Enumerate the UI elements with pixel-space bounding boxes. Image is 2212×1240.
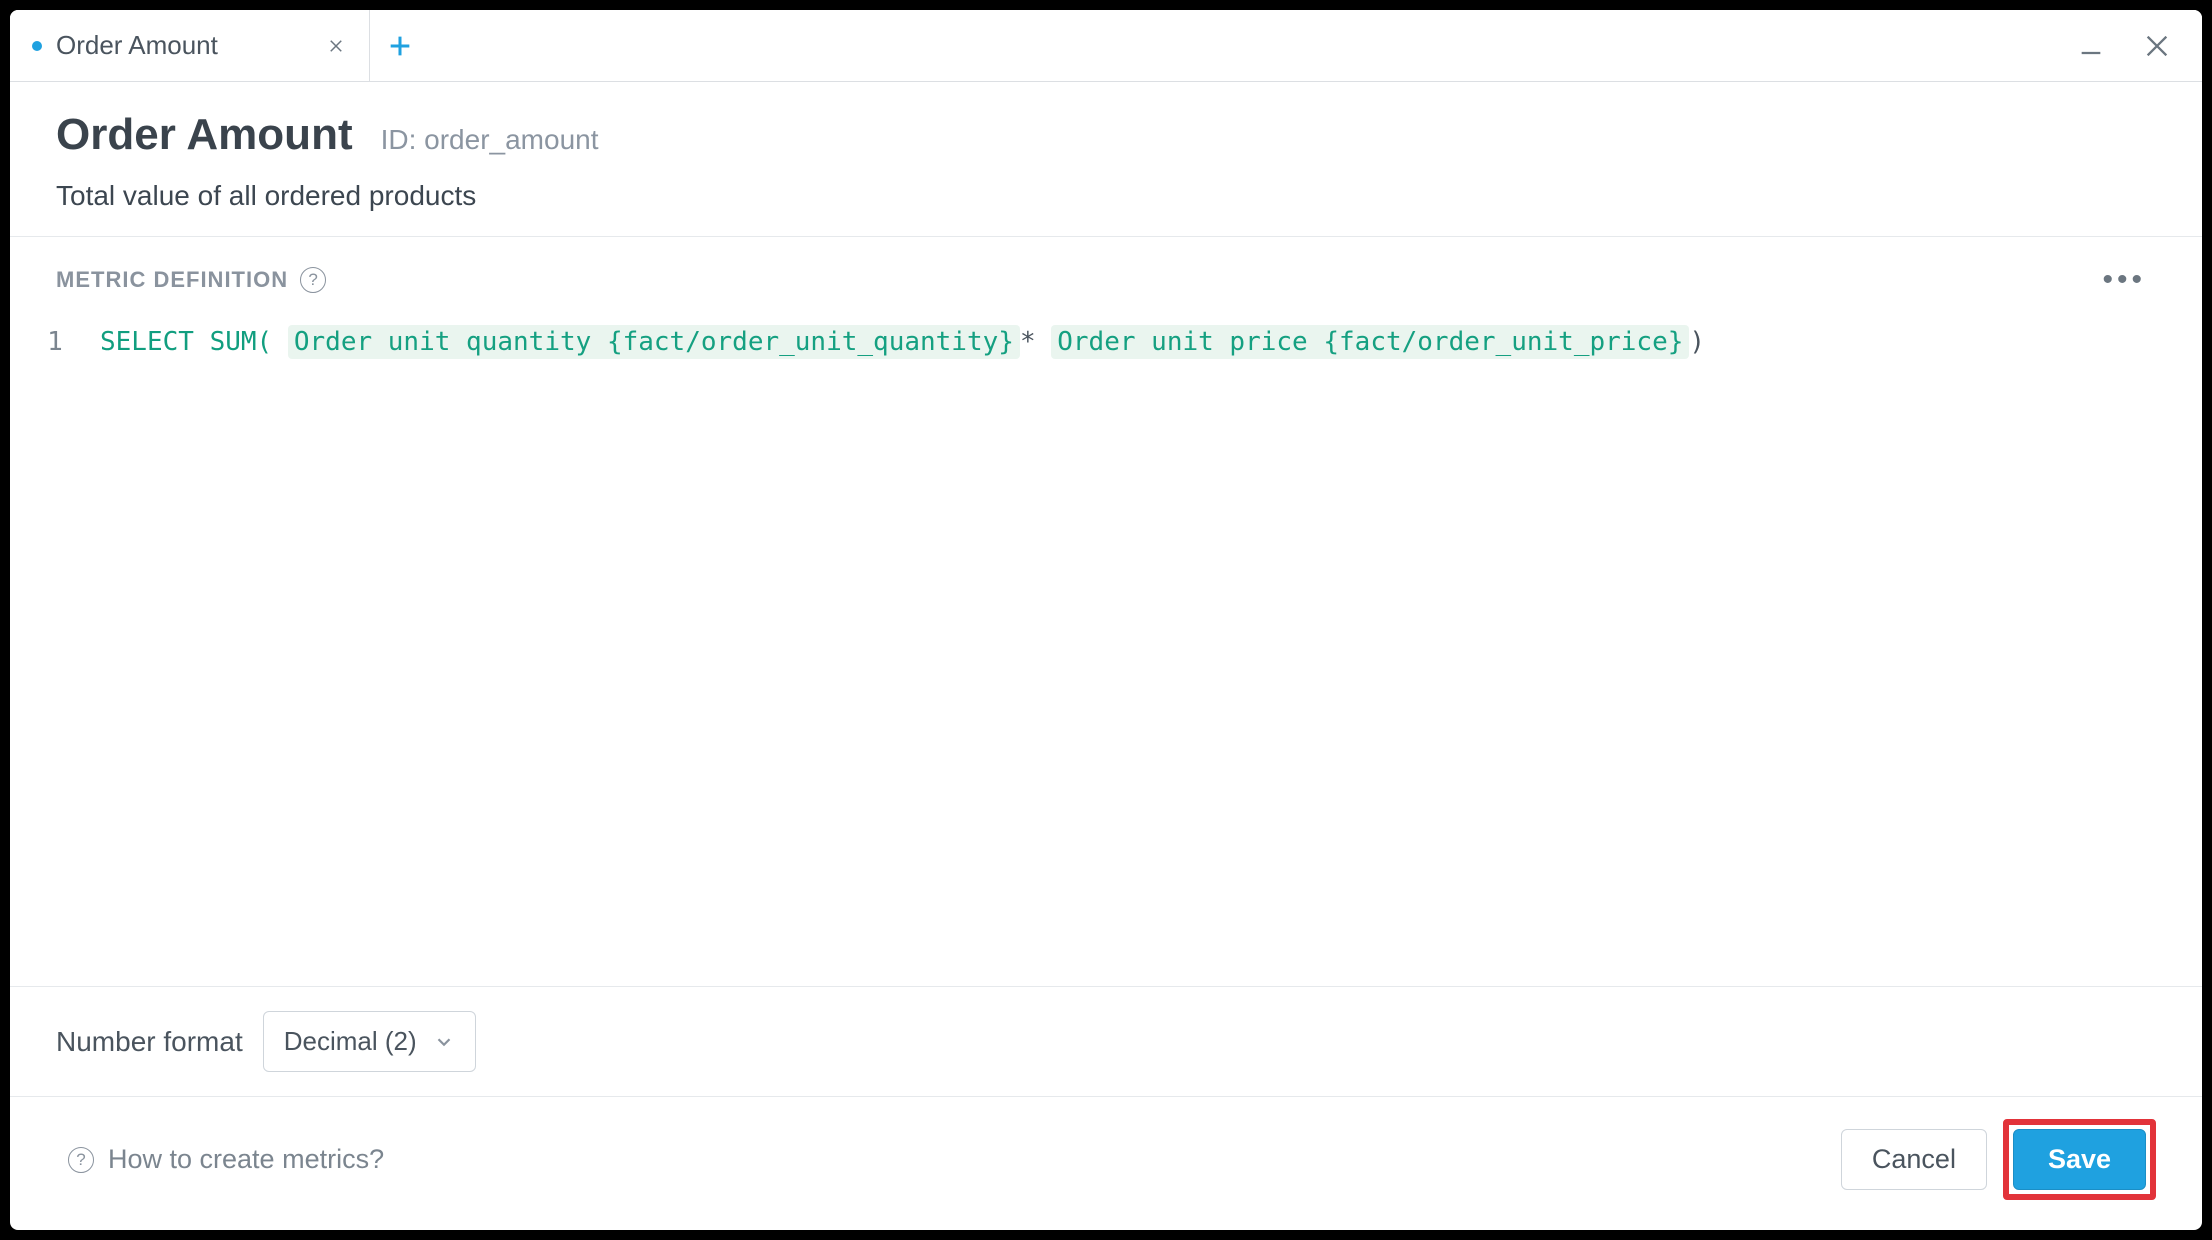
cancel-button[interactable]: Cancel bbox=[1841, 1129, 1987, 1190]
number-format-value: Decimal (2) bbox=[284, 1026, 417, 1057]
fact-chip-quantity[interactable]: Order unit quantity {fact/order_unit_qua… bbox=[288, 325, 1020, 359]
fact-path: {fact/order_unit_quantity} bbox=[607, 327, 1014, 357]
metric-header: Order Amount ID: order_amount Total valu… bbox=[10, 82, 2202, 237]
definition-label: METRIC DEFINITION bbox=[56, 267, 288, 293]
fact-path: {fact/order_unit_price} bbox=[1323, 327, 1683, 357]
metric-description: Total value of all ordered products bbox=[56, 180, 2156, 212]
close-tab-button[interactable] bbox=[325, 35, 347, 57]
fact-name: Order unit quantity bbox=[294, 327, 591, 357]
how-to-text: How to create metrics? bbox=[108, 1144, 384, 1175]
tab-title: Order Amount bbox=[56, 30, 311, 61]
more-options-button[interactable]: ••• bbox=[2102, 263, 2156, 297]
how-to-link[interactable]: ? How to create metrics? bbox=[56, 1144, 384, 1175]
footer-bar: ? How to create metrics? Cancel Save bbox=[10, 1097, 2202, 1230]
page-title: Order Amount bbox=[56, 110, 353, 160]
number-format-select[interactable]: Decimal (2) bbox=[263, 1011, 476, 1072]
close-icon bbox=[327, 37, 345, 55]
tab-order-amount[interactable]: Order Amount bbox=[10, 10, 370, 81]
code-line[interactable]: SELECT SUM( Order unit quantity {fact/or… bbox=[100, 321, 1705, 986]
number-format-label: Number format bbox=[56, 1026, 243, 1058]
help-icon: ? bbox=[68, 1147, 94, 1173]
plus-icon bbox=[386, 32, 414, 60]
maql-editor[interactable]: 1 SELECT SUM( Order unit quantity {fact/… bbox=[10, 307, 2202, 987]
close-icon bbox=[2143, 32, 2171, 60]
new-tab-button[interactable] bbox=[370, 10, 430, 81]
keyword-select: SELECT bbox=[100, 327, 194, 357]
id-prefix: ID: bbox=[381, 124, 417, 155]
number-format-row: Number format Decimal (2) bbox=[10, 987, 2202, 1097]
metric-id: ID: order_amount bbox=[381, 124, 599, 156]
line-number: 1 bbox=[10, 327, 100, 357]
fact-chip-price[interactable]: Order unit price {fact/order_unit_price} bbox=[1051, 325, 1689, 359]
closing-paren: ) bbox=[1689, 327, 1705, 357]
line-gutter: 1 bbox=[10, 321, 100, 986]
metric-editor-window: Order Amount Order Amount bbox=[10, 10, 2202, 1230]
chevron-down-icon bbox=[433, 1031, 455, 1053]
fact-name: Order unit price bbox=[1057, 327, 1307, 357]
save-button[interactable]: Save bbox=[2013, 1129, 2146, 1190]
operator-multiply: * bbox=[1020, 327, 1036, 357]
tab-bar: Order Amount bbox=[10, 10, 2202, 82]
minimize-window-button[interactable] bbox=[2076, 31, 2106, 61]
window-controls bbox=[2076, 10, 2202, 81]
help-icon[interactable]: ? bbox=[300, 267, 326, 293]
keyword-sum: SUM( bbox=[210, 327, 273, 357]
unsaved-dot-icon bbox=[32, 41, 42, 51]
minimize-icon bbox=[2077, 32, 2105, 60]
id-value: order_amount bbox=[424, 124, 598, 155]
save-button-highlight: Save bbox=[2003, 1119, 2156, 1200]
close-window-button[interactable] bbox=[2142, 31, 2172, 61]
definition-section-header: METRIC DEFINITION ? ••• bbox=[10, 237, 2202, 307]
